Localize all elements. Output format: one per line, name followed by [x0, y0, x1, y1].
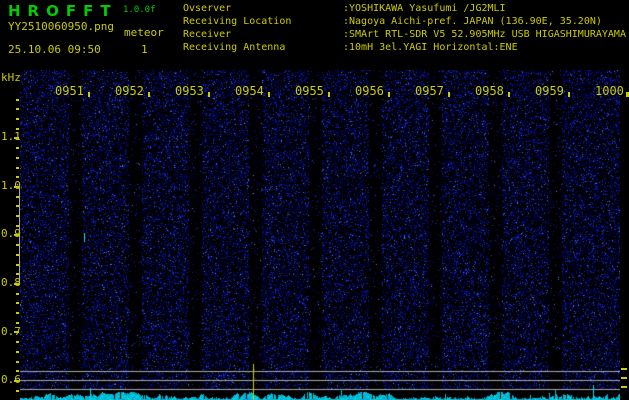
station-info: Ovserver :YOSHIKAWA Yasufumi /JG2MLI Rec… [183, 3, 629, 63]
version-label: 1.0.0f [123, 5, 156, 15]
right-axis-tick [621, 368, 627, 370]
freq-tick [14, 234, 19, 236]
freq-tick [16, 244, 19, 246]
freq-tick [16, 157, 19, 159]
freq-tick [16, 176, 19, 178]
freq-tick [16, 370, 19, 372]
freq-tick [16, 322, 19, 324]
freq-label: 1.1 [1, 130, 21, 143]
freq-tick [16, 118, 19, 120]
freq-tick [16, 273, 19, 275]
freq-tick [16, 108, 19, 110]
mode-label: meteor [124, 26, 164, 39]
freq-tick [16, 215, 19, 217]
location-label: Receiving Location [183, 16, 292, 27]
freq-tick [16, 147, 19, 149]
freq-label: 0.9 [1, 227, 21, 240]
freq-label: 1.0 [1, 179, 21, 192]
freq-tick [14, 283, 19, 285]
freq-tick [16, 312, 19, 314]
antenna-value: :10mH 3el.YAGI Horizontal:ENE [343, 42, 518, 53]
frequency-unit-label: kHz [1, 71, 21, 84]
right-axis-tick [621, 386, 627, 388]
freq-tick [14, 137, 19, 139]
freq-tick [16, 341, 19, 343]
freq-tick [16, 128, 19, 130]
datetime-label: 25.10.06 09:50 [8, 43, 101, 56]
receiver-label: Receiver [183, 29, 232, 40]
channel-number: 1 [141, 43, 148, 56]
freq-tick [16, 390, 19, 392]
freq-tick [14, 331, 19, 333]
spectrogram-canvas [20, 70, 620, 400]
freq-label: 0.6 [1, 373, 21, 386]
freq-tick [16, 293, 19, 295]
right-axis-tick [621, 377, 627, 379]
info-row-receiver: Receiver :SMArt RTL-SDR V5 52.905MHz USB… [183, 29, 629, 42]
freq-tick [16, 196, 19, 198]
freq-tick [16, 264, 19, 266]
antenna-label: Receiving Antenna [183, 42, 286, 53]
freq-tick [16, 205, 19, 207]
freq-tick [16, 254, 19, 256]
location-value: :Nagoya Aichi-pref. JAPAN (136.90E, 35.2… [343, 16, 602, 27]
freq-tick [16, 361, 19, 363]
freq-tick [16, 351, 19, 353]
observer-value: :YOSHIKAWA Yasufumi /JG2MLI [343, 3, 506, 14]
freq-label: 0.7 [1, 325, 21, 338]
freq-tick [16, 225, 19, 227]
freq-tick [14, 380, 19, 382]
corner-time-tick [626, 92, 628, 97]
freq-tick [16, 302, 19, 304]
receiver-value: :SMArt RTL-SDR V5 52.905MHz USB HIGASHIM… [343, 29, 626, 40]
freq-tick [16, 167, 19, 169]
info-row-observer: Ovserver :YOSHIKAWA Yasufumi /JG2MLI [183, 3, 629, 16]
app-title: HROFFT [8, 2, 118, 20]
hrofft-screen: HROFFT 1.0.0f YY2510060950.png meteor 25… [0, 0, 629, 400]
output-filename: YY2510060950.png [8, 20, 114, 33]
freq-tick [16, 99, 19, 101]
observer-label: Ovserver [183, 3, 232, 14]
freq-tick [14, 186, 19, 188]
info-row-antenna: Receiving Antenna :10mH 3el.YAGI Horizon… [183, 42, 629, 55]
info-row-location: Receiving Location :Nagoya Aichi-pref. J… [183, 16, 629, 29]
freq-label: 0.8 [1, 276, 21, 289]
